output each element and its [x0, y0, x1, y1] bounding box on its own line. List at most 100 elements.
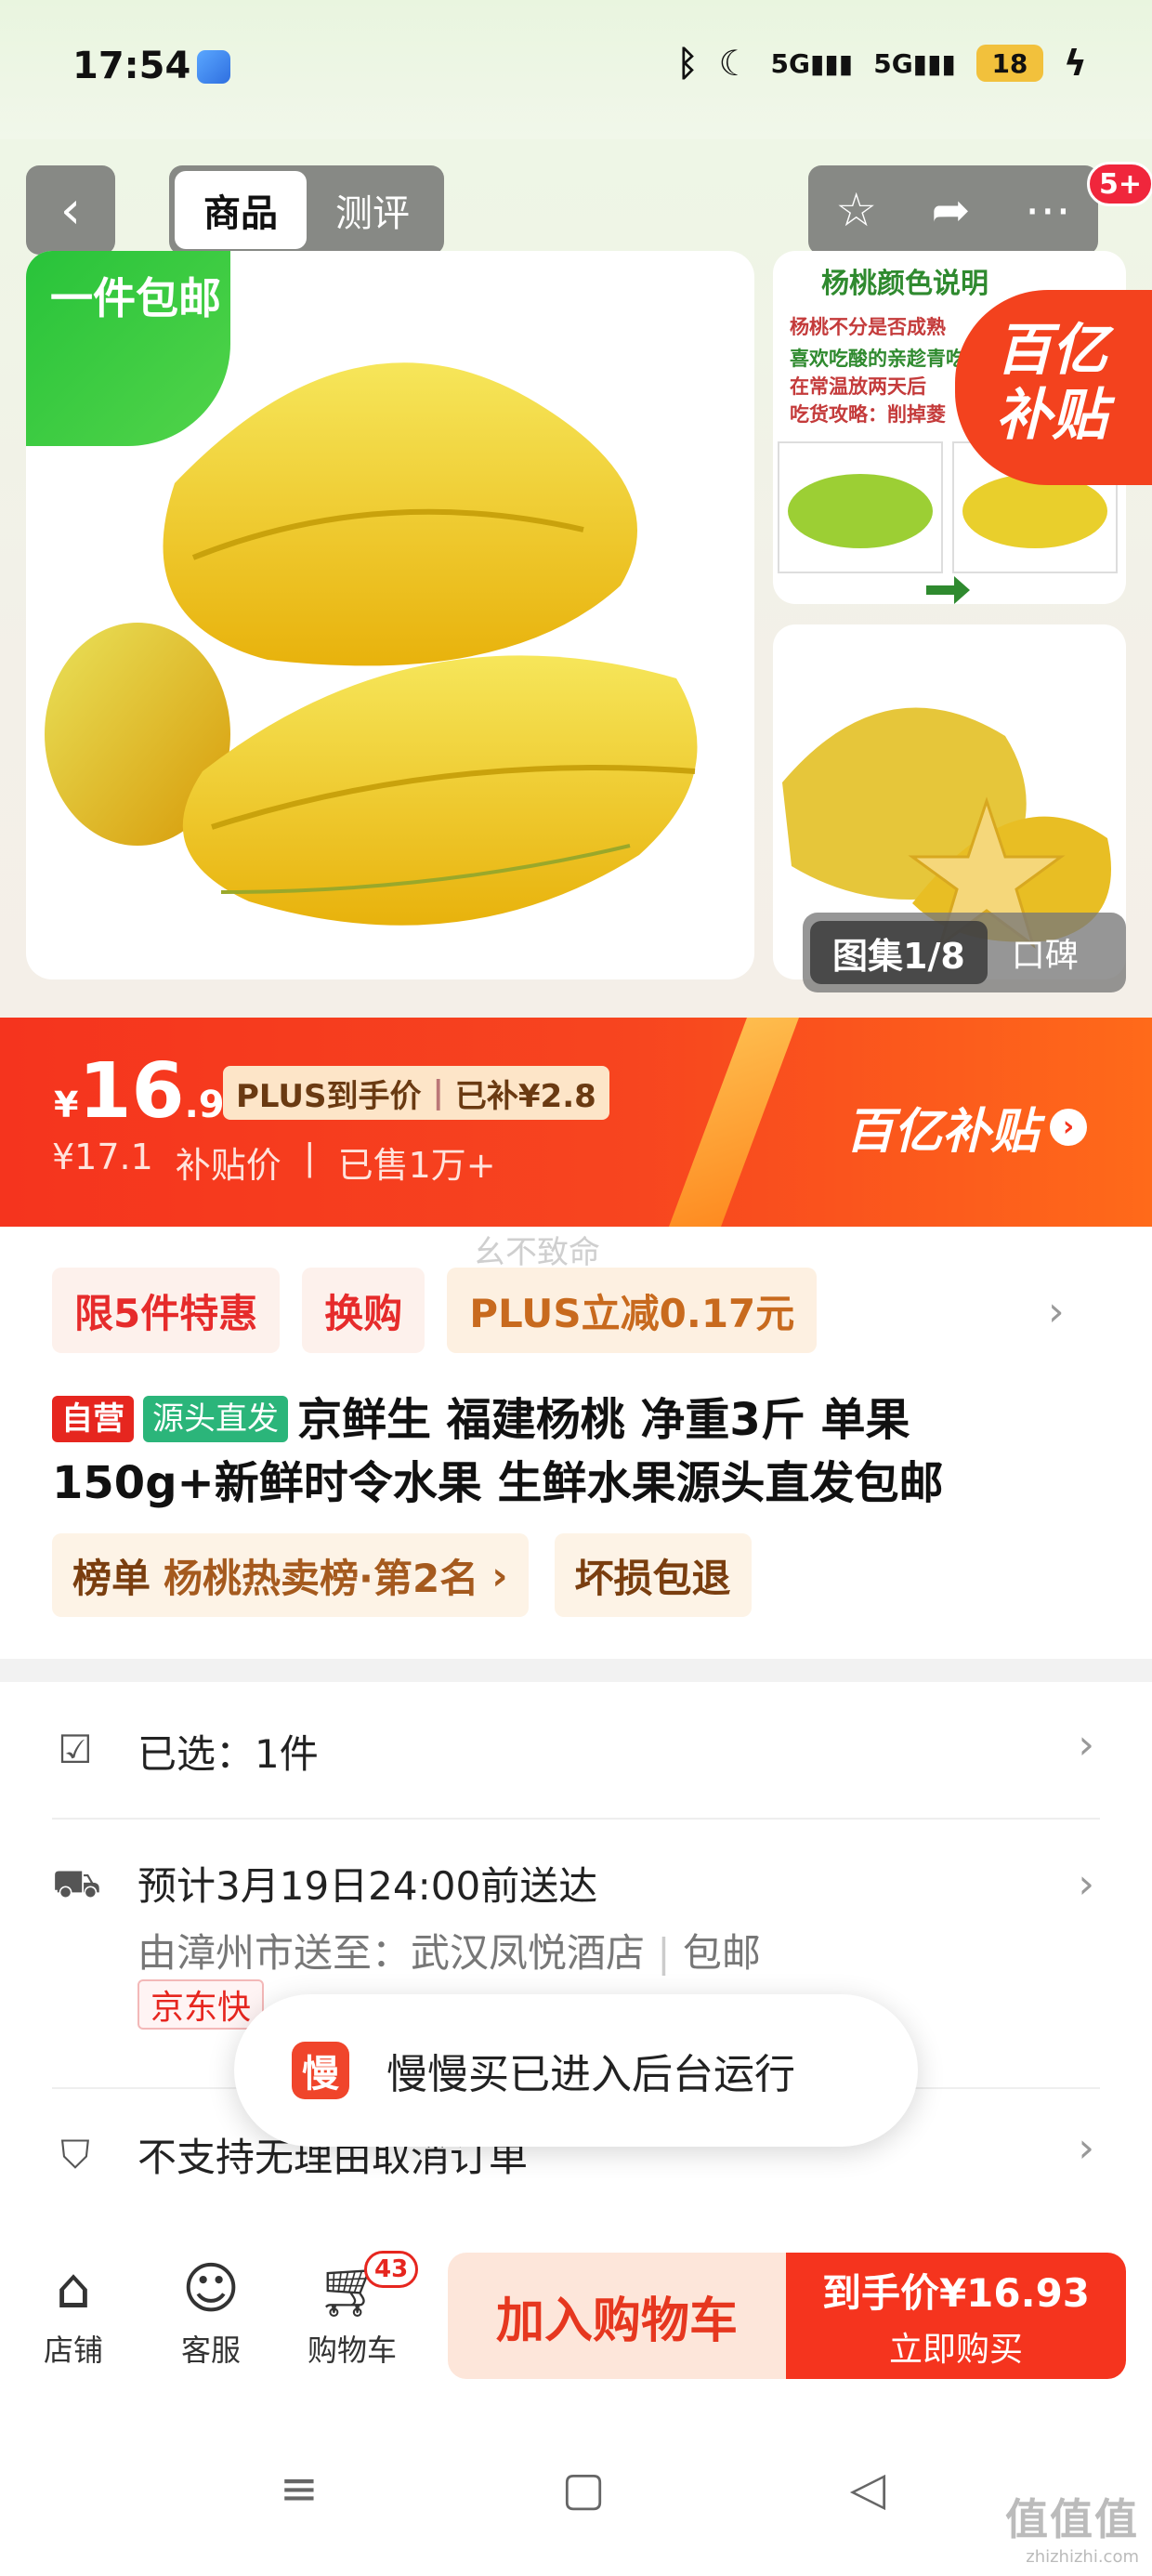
status-time: 17:54: [72, 45, 191, 87]
top-nav: ‹ 商品 测评 ☆ ➦ ⋯ 5+: [0, 162, 1152, 255]
system-navigation-bar: ≡ ▢ ◁ 值值值 zhizhizhi.com: [0, 2407, 1152, 2576]
chevron-right-icon[interactable]: ›: [1048, 1288, 1065, 1335]
site-watermark-url: zhizhizhi.com: [1026, 2547, 1139, 2567]
store-icon: ⌂: [55, 2256, 92, 2321]
album-count: 图集1/8: [810, 921, 988, 984]
chevron-left-icon: ‹: [59, 179, 82, 241]
thumbnail-line: 喜欢吃酸的亲趁青吃: [790, 348, 965, 370]
message-badge: 5+: [1087, 162, 1152, 206]
status-bar: 17:54 ᛒ ☾ 5G▮▮▮ 5G▮▮▮ 18 ϟ: [0, 0, 1152, 139]
rank-row: 榜单 杨桃热卖榜·第2名 › 坏损包退: [52, 1533, 752, 1617]
cart-button[interactable]: 🛒︎ 43 购物车: [292, 2251, 419, 2370]
customer-service-icon: ☺: [181, 2256, 241, 2321]
subsidy-price-label: 补贴价: [175, 1145, 281, 1186]
banner-decoration: [669, 1018, 799, 1227]
chevron-right-icon: ›: [1078, 1721, 1094, 1768]
album-pill[interactable]: 图集1/8 口碑: [803, 913, 1126, 992]
share-icon[interactable]: ➦: [931, 183, 970, 237]
promo-row[interactable]: 限5件特惠 换购 PLUS立减0.17元: [52, 1268, 818, 1353]
self-operated-tag: 自营: [52, 1396, 134, 1442]
jd-fast-badge: 京东快: [137, 1979, 265, 2030]
buy-now-button[interactable]: 到手价¥16.93 立即购买: [786, 2253, 1126, 2379]
delivery-eta: 预计3月19日24:00前送达: [137, 1863, 598, 1909]
source-direct-tag: 源头直发: [143, 1396, 288, 1442]
battery-icon: 18: [975, 45, 1043, 82]
tab-product[interactable]: 商品: [175, 171, 307, 249]
thumbnail-line: 杨桃不分是否成熟: [790, 316, 946, 338]
charging-icon: ϟ: [1063, 43, 1087, 84]
status-icons: ᛒ ☾ 5G▮▮▮ 5G▮▮▮ 18 ϟ: [677, 43, 1087, 84]
spec-icon: ☑: [58, 1727, 93, 1772]
main-product-image[interactable]: 一件包邮: [26, 251, 754, 979]
ranking-label: 榜单: [72, 1555, 151, 1601]
ranking-chip[interactable]: 榜单 杨桃热卖榜·第2名 ›: [52, 1533, 529, 1617]
price-banner: ¥ 16 .93 PLUS到手价 | 已补¥2.8 ¥17.1 补贴价 | 已售…: [0, 1018, 1152, 1227]
chevron-right-icon: ›: [1050, 1108, 1088, 1146]
currency-symbol: ¥: [54, 1084, 79, 1125]
buy-now-text: 立即购买: [888, 2330, 1023, 2369]
more-icon[interactable]: ⋯: [1025, 183, 1071, 237]
promo-limited[interactable]: 限5件特惠: [52, 1268, 281, 1353]
site-watermark-logo: 值值值: [1005, 2494, 1139, 2544]
thumbnail-line: 吃货攻略：削掉菱: [790, 403, 946, 426]
original-price: ¥17.1: [52, 1137, 153, 1177]
signal-5g-icon: 5G▮▮▮: [770, 47, 854, 79]
tab-review[interactable]: 测评: [307, 171, 439, 249]
selected-spec-text: 已选：1件: [137, 1731, 319, 1777]
background-toast: 慢 慢慢买已进入后台运行: [234, 1994, 918, 2147]
price-integer: 16: [78, 1047, 185, 1136]
moon-icon: ☾: [718, 43, 751, 84]
delivery-route-text: 由漳州市送至：武汉凤悦酒店: [137, 1930, 646, 1976]
promo-exchange[interactable]: 换购: [302, 1268, 425, 1353]
delivery-route: 由漳州市送至：武汉凤悦酒店 | 包邮: [137, 1930, 761, 1976]
shipping-text: 包邮: [682, 1930, 761, 1976]
product-title: 自营 源头直发 京鲜生 福建杨桃 净重3斤 单果150g+新鲜时令水果 生鲜水果源头…: [52, 1388, 1102, 1515]
sold-count: 已售1万+: [337, 1145, 496, 1186]
guarantee-chip[interactable]: 坏损包退: [554, 1533, 752, 1617]
chevron-right-icon: ›: [491, 1552, 508, 1598]
store-button[interactable]: ⌂ 店铺: [13, 2256, 134, 2370]
home-icon[interactable]: ▢: [556, 2461, 611, 2517]
watermark: 幺不致命: [474, 1234, 600, 1271]
plus-price-chip: PLUS到手价 | 已补¥2.8: [223, 1066, 609, 1120]
back-button[interactable]: ‹: [26, 165, 115, 255]
menu-icon[interactable]: ≡: [271, 2461, 327, 2517]
signal-5g-icon: 5G▮▮▮: [873, 47, 956, 79]
free-shipping-badge: 一件包邮: [26, 251, 230, 446]
back-triangle-icon[interactable]: ◁: [840, 2461, 896, 2517]
product-gallery: ‹ 商品 测评 ☆ ➦ ⋯ 5+ 一件包邮 杨桃颜色说明 杨桃不分是否成熟 喜欢…: [0, 139, 1152, 1018]
toast-message: 慢慢买已进入后台运行: [386, 2051, 795, 2098]
plus-price-label: PLUS到手价: [236, 1077, 422, 1115]
service-label: 客服: [180, 2333, 241, 2368]
current-price: ¥ 16 .93: [54, 1047, 250, 1136]
nav-tabs: 商品 测评: [169, 165, 444, 255]
guarantee-text: 坏损包退: [574, 1555, 731, 1601]
subsidy-brand-link[interactable]: 百亿补贴 ›: [845, 1092, 1088, 1162]
price-sub-row: ¥17.1 补贴价 | 已售1万+: [52, 1137, 496, 1186]
app-notification-icon: [197, 50, 230, 84]
bottom-action-bar: ⌂ 店铺 ☺ 客服 🛒︎ 43 购物车 加入购物车 到手价¥16.93 立即购买: [0, 2225, 1152, 2407]
review-link[interactable]: 口碑: [1012, 928, 1079, 977]
store-label: 店铺: [43, 2333, 103, 2368]
favorite-star-icon[interactable]: ☆: [835, 183, 877, 237]
chevron-right-icon: ›: [1078, 1860, 1094, 1908]
buy-price-text: 到手价¥16.93: [821, 2269, 1091, 2316]
selected-spec-row[interactable]: ☑ 已选：1件 ›: [52, 1682, 1100, 1820]
truck-icon: ⛟: [52, 1860, 101, 1906]
app-logo-icon: 慢: [292, 2042, 349, 2099]
service-button[interactable]: ☺ 客服: [151, 2256, 271, 2370]
ranking-text: 杨桃热卖榜·第2名: [164, 1555, 479, 1601]
thumbnail-line: 在常温放两天后: [790, 375, 926, 398]
cart-count-badge: 43: [364, 2251, 419, 2288]
shield-icon: ⛉: [60, 2132, 90, 2177]
add-to-cart-button[interactable]: 加入购物车: [448, 2253, 786, 2379]
chevron-right-icon: ›: [1078, 2124, 1094, 2172]
product-info-card: 幺不致命 限5件特惠 换购 PLUS立减0.17元 › 自营 源头直发 京鲜生 福建…: [0, 1227, 1152, 1659]
subsidy-brand-label: 百亿补贴: [845, 1104, 1040, 1160]
bluetooth-icon: ᛒ: [676, 43, 699, 84]
thumbnail-title: 杨桃颜色说明: [821, 268, 988, 300]
nav-actions: ☆ ➦ ⋯: [808, 165, 1098, 255]
subsidy-badge: 百亿补贴: [955, 290, 1152, 485]
subsidy-amount: 已补¥2.8: [454, 1077, 596, 1115]
promo-plus-discount[interactable]: PLUS立减0.17元: [447, 1268, 818, 1353]
